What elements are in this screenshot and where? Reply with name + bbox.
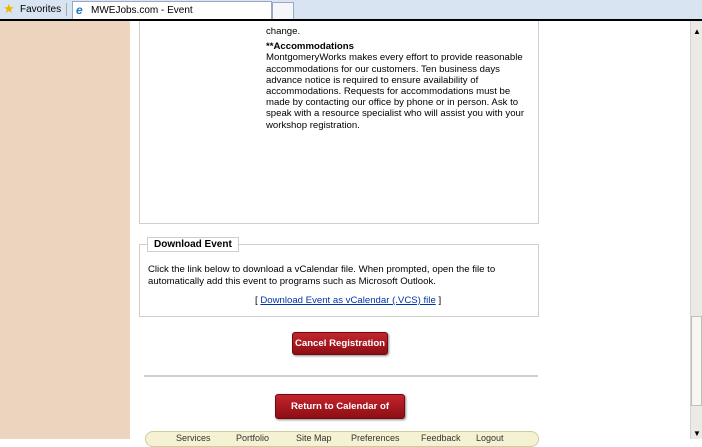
event-description: change. **Accommodations MontgomeryWorks… bbox=[266, 26, 536, 131]
favorites-label[interactable]: Favorites bbox=[20, 4, 61, 15]
download-vcalendar-link[interactable]: Download Event as vCalendar (.VCS) file bbox=[260, 295, 435, 306]
scrollbar-thumb[interactable] bbox=[691, 316, 702, 406]
cancel-registration-button[interactable]: Cancel Registration bbox=[292, 332, 388, 355]
scroll-down-arrow-icon[interactable]: ▼ bbox=[693, 429, 701, 438]
accommodations-text: MontgomeryWorks makes every effort to pr… bbox=[266, 52, 525, 131]
footer-item-portfolio[interactable]: Portfolio bbox=[236, 433, 269, 443]
footer-nav: Services Portfolio Site Map Preferences … bbox=[145, 431, 539, 447]
scroll-up-arrow-icon[interactable]: ▲ bbox=[693, 27, 701, 36]
tab-title: MWEJobs.com - Event bbox=[91, 5, 193, 16]
ie-page-icon: e bbox=[76, 3, 83, 17]
download-link-row: [ Download Event as vCalendar (.VCS) fil… bbox=[255, 295, 441, 306]
bracket-close: ] bbox=[438, 295, 442, 306]
footer-item-preferences[interactable]: Preferences bbox=[351, 433, 400, 443]
section-divider bbox=[144, 375, 538, 377]
bracket-open: [ bbox=[255, 295, 258, 306]
vertical-scrollbar[interactable]: ▲ ▼ bbox=[690, 21, 702, 439]
return-to-calendar-button[interactable]: Return to Calendar of Events bbox=[275, 394, 405, 435]
footer-item-feedback[interactable]: Feedback bbox=[421, 433, 461, 443]
download-event-legend: Download Event bbox=[147, 237, 239, 252]
footer-item-site-map[interactable]: Site Map bbox=[296, 433, 332, 443]
favorites-star-icon[interactable]: ★ bbox=[3, 2, 15, 16]
description-tail: change. bbox=[266, 26, 301, 37]
left-sidebar-band bbox=[0, 21, 130, 439]
accommodations-heading: **Accommodations bbox=[266, 41, 354, 53]
download-instructions: Click the link below to download a vCale… bbox=[148, 264, 496, 287]
browser-tab-active[interactable]: e MWEJobs.com - Event bbox=[72, 1, 272, 20]
new-tab-button[interactable] bbox=[272, 2, 294, 20]
footer-item-services[interactable]: Services bbox=[176, 433, 211, 443]
footer-item-logout[interactable]: Logout bbox=[476, 433, 504, 443]
favorites-bar: ★ Favorites e MWEJobs.com - Event bbox=[0, 0, 702, 20]
favorites-separator bbox=[66, 3, 67, 16]
